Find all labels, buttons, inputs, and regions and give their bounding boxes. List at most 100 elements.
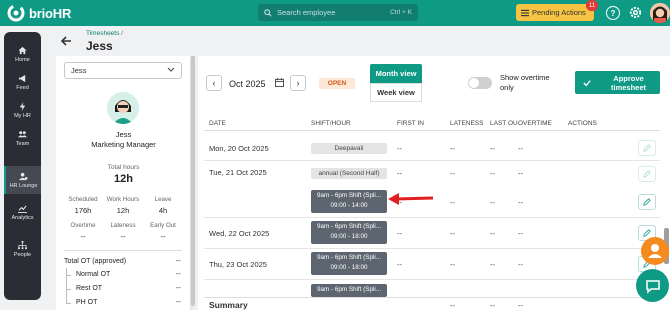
- nav-item-hr-lounge[interactable]: HR Lounge: [4, 166, 41, 194]
- ph-ot-label: PH OT: [76, 299, 98, 306]
- week-view-button[interactable]: Week view: [370, 83, 422, 102]
- stat-scheduled: Scheduled 176h: [64, 196, 102, 215]
- help-icon[interactable]: ?: [606, 6, 620, 20]
- stat-lateness: Lateness --: [104, 222, 142, 241]
- total-ot-label: Total OT (approved): [64, 258, 127, 265]
- person-icon: [648, 244, 662, 258]
- table-row: Tue, 21 Oct 2025 annual (Second Half) --…: [204, 161, 660, 187]
- leave-chip: annual (Second Half): [311, 168, 387, 179]
- left-panel-scrollbar[interactable]: [191, 56, 195, 310]
- red-arrow-annotation: [388, 193, 434, 205]
- cell-last-out: --: [490, 198, 495, 207]
- logo-icon: [7, 4, 25, 22]
- cell-last-out: --: [490, 169, 495, 178]
- summary-label: Summary: [209, 300, 248, 310]
- nav-item-people[interactable]: People: [4, 235, 41, 263]
- col-lateness: LATENESS: [450, 120, 484, 127]
- nav-item-feed[interactable]: Feed: [4, 68, 41, 96]
- employee-select-value: Jess: [71, 66, 87, 75]
- home-icon: [18, 46, 27, 54]
- pencil-icon: [643, 198, 651, 206]
- user-avatar[interactable]: [650, 3, 670, 23]
- stat-leave: Leave 4h: [144, 196, 182, 215]
- shift-chip[interactable]: 9am - 6pm Shift (Spli...: [311, 284, 387, 297]
- cell-first-in: --: [397, 260, 402, 269]
- next-month-button[interactable]: ›: [290, 75, 306, 91]
- scrollbar-thumb[interactable]: [191, 56, 195, 306]
- stat-label: Scheduled: [68, 196, 98, 203]
- shift-hours: 09:00 - 18:00: [330, 264, 368, 271]
- employee-select[interactable]: Jess: [64, 62, 182, 79]
- cell-first-in: --: [397, 229, 402, 238]
- team-icon: [18, 130, 27, 137]
- pending-actions-button[interactable]: Pending Actions 11: [516, 0, 598, 21]
- nav-label-analytics: Analytics: [11, 214, 34, 221]
- assistant-fab[interactable]: [641, 237, 669, 265]
- nav-item-analytics[interactable]: Analytics: [4, 198, 41, 226]
- nav-label-feed: Feed: [16, 84, 29, 91]
- shift-chip[interactable]: 9am - 6pm Shift (Spli... 09:00 - 14:00: [311, 190, 387, 213]
- nav-item-team[interactable]: Team: [4, 124, 41, 152]
- nav-label-my-hr: My HR: [14, 112, 31, 119]
- shift-name: 9am - 6pm Shift (Spli...: [316, 254, 382, 261]
- cell-lateness: --: [450, 198, 455, 207]
- back-arrow-icon[interactable]: [60, 34, 72, 50]
- overtime-only-toggle[interactable]: [468, 77, 492, 89]
- stat-label: Early Out: [150, 222, 176, 229]
- chevron-down-icon: [167, 67, 175, 75]
- stat-value: 4h: [158, 206, 168, 215]
- table-header: DATE SHIFT/HOUR FIRST IN LATENESS LAST O…: [204, 116, 660, 131]
- edit-button[interactable]: [638, 166, 656, 182]
- stat-overtime: Overtime --: [64, 222, 102, 241]
- edit-button[interactable]: [638, 140, 656, 156]
- shift-chip[interactable]: 9am - 6pm Shift (Spli... 09:00 - 18:00: [311, 221, 387, 244]
- prev-month-button[interactable]: ‹: [206, 75, 222, 91]
- breadcrumb-timesheets[interactable]: Timesheets: [86, 30, 119, 37]
- tree-tick: [66, 275, 71, 276]
- shift-hours: 09:00 - 14:00: [330, 202, 368, 209]
- timesheet-panel: ‹ Oct 2025 › OPEN Month view Week view S…: [198, 56, 670, 310]
- shift-name: 9am - 6pm Shift (Spli...: [316, 192, 382, 199]
- page-title: Jess: [86, 39, 113, 53]
- settings-gear-icon[interactable]: [628, 5, 643, 22]
- cell-lateness: --: [450, 144, 455, 153]
- chat-fab[interactable]: [636, 269, 669, 302]
- col-first-in: FIRST IN: [397, 120, 424, 127]
- nav-label-team: Team: [15, 140, 30, 147]
- normal-ot-label: Normal OT: [76, 271, 111, 278]
- total-hours-value: 12h: [114, 173, 133, 185]
- chat-icon: [645, 279, 660, 294]
- shift-chip[interactable]: 9am - 6pm Shift (Spli... 09:00 - 18:00: [311, 252, 387, 275]
- nav-item-my-hr[interactable]: My HR: [4, 96, 41, 124]
- month-view-button[interactable]: Month view: [370, 64, 422, 83]
- total-hours-label: Total hours: [107, 164, 140, 171]
- stat-early-out: Early Out --: [144, 222, 182, 241]
- stat-work-hours: Work Hours 12h: [104, 196, 142, 215]
- shift-name: 9am - 6pm Shift (Spli...: [316, 286, 382, 293]
- employee-avatar: [107, 92, 139, 124]
- check-icon: [583, 79, 591, 86]
- rest-ot-value: --: [176, 285, 181, 292]
- logo[interactable]: brioHR: [6, 3, 71, 23]
- calendar-icon[interactable]: [275, 78, 284, 87]
- stat-label: Leave: [154, 196, 172, 203]
- ph-ot-value: --: [176, 299, 181, 306]
- approve-timesheet-button[interactable]: Approve timesheet: [575, 71, 660, 94]
- cell-overtime: --: [518, 144, 523, 153]
- row-date: Mon, 20 Oct 2025: [209, 144, 269, 153]
- pencil-icon: [643, 170, 651, 178]
- col-shift: SHIFT/HOUR: [311, 120, 351, 127]
- tree-tick: [66, 303, 71, 304]
- cell-first-in: --: [397, 144, 402, 153]
- nav-item-home[interactable]: Home: [4, 40, 41, 68]
- summary-last-out: --: [490, 301, 495, 310]
- left-nav: Home Feed My HR Team HR Lounge Analytics…: [4, 32, 41, 300]
- toggle-knob: [469, 78, 479, 88]
- nav-label-home: Home: [15, 56, 30, 63]
- edit-button[interactable]: [638, 194, 656, 210]
- summary-lateness: --: [450, 301, 455, 310]
- rest-ot-label: Rest OT: [76, 285, 103, 292]
- search-input[interactable]: Search employee Ctrl + K: [258, 4, 418, 21]
- row-date: Thu, 23 Oct 2025: [209, 260, 267, 269]
- tree-line: [66, 268, 67, 304]
